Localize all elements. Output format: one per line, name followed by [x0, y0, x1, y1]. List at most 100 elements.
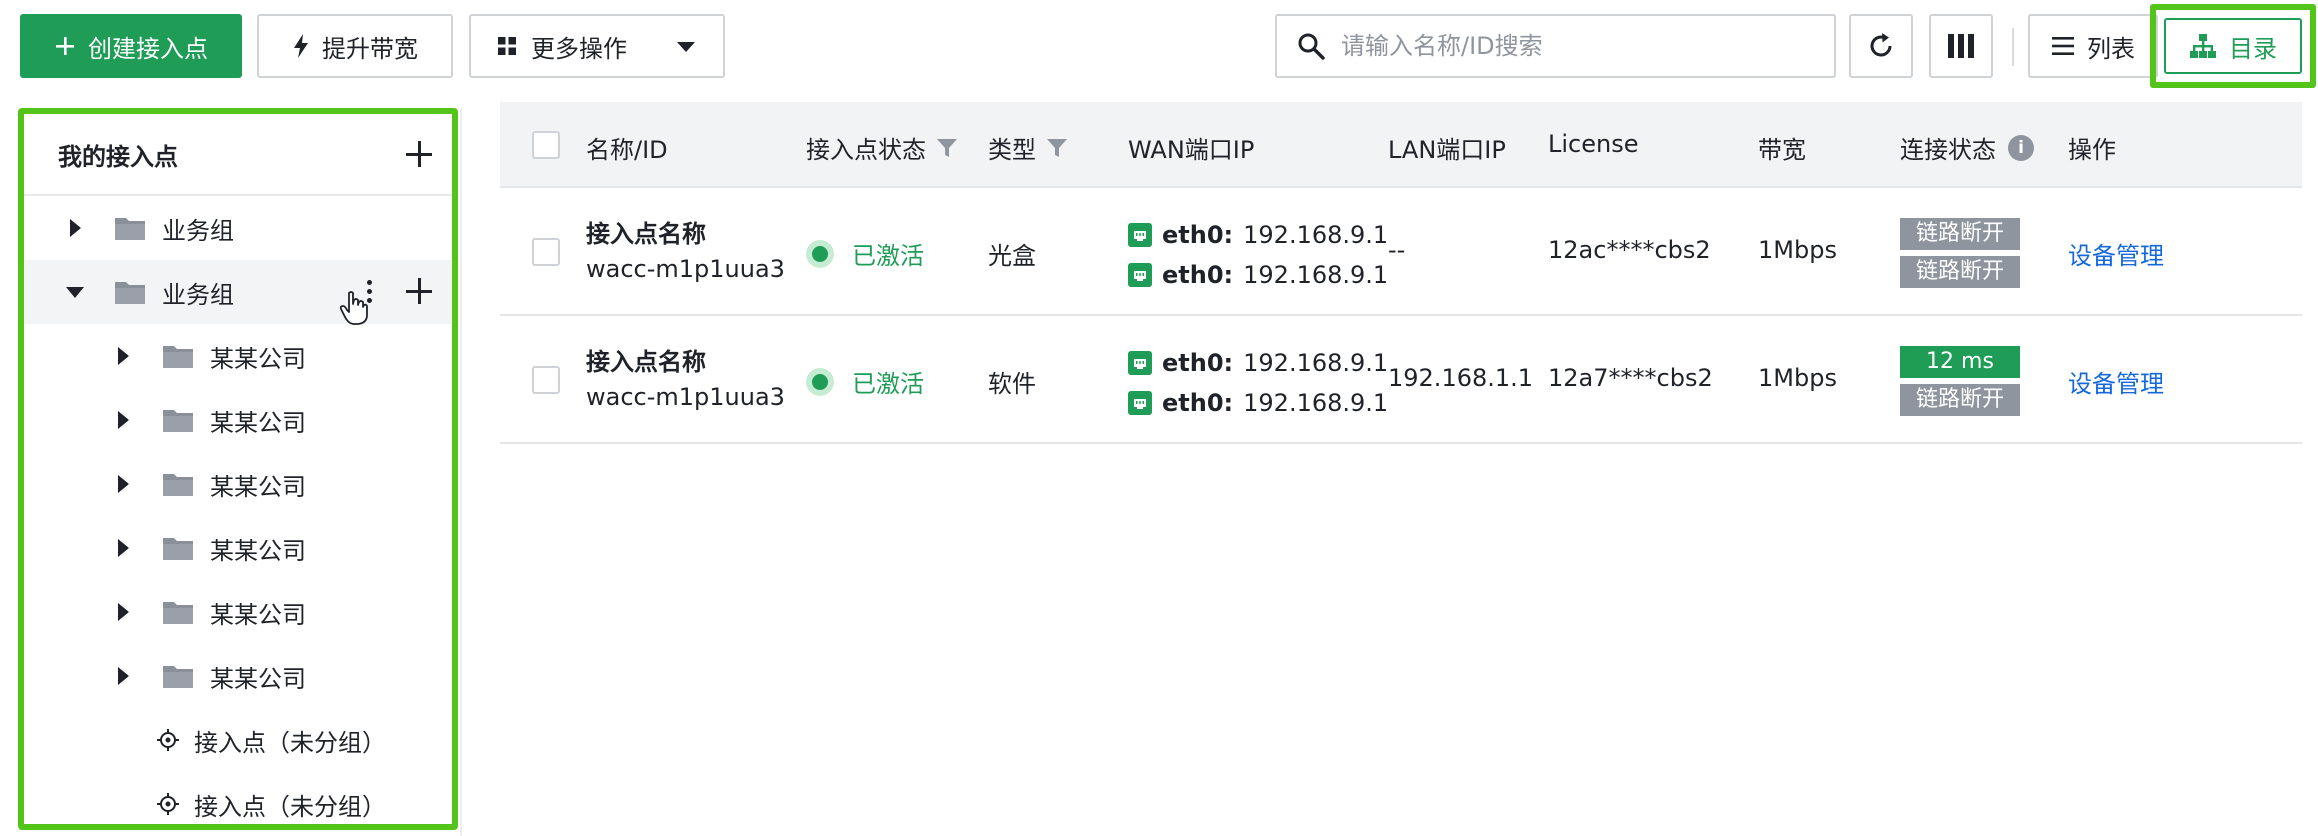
list-view-button[interactable]: 列表 — [2028, 14, 2158, 78]
device-management-link[interactable]: 设备管理 — [2068, 236, 2164, 271]
caret-down-icon[interactable] — [60, 286, 90, 298]
target-icon — [157, 729, 179, 751]
ethernet-port-icon — [1128, 223, 1152, 247]
wan-port-label: eth0: — [1162, 389, 1234, 417]
columns-icon — [1948, 34, 1974, 58]
tree-item-label: 业务组 — [162, 216, 234, 245]
column-header-label: 接入点状态 — [806, 136, 926, 164]
wan-port-label: eth0: — [1162, 261, 1234, 289]
tree-item-company[interactable]: 某某公司 — [24, 644, 452, 708]
lightning-icon — [294, 34, 308, 58]
folder-icon — [163, 538, 193, 560]
search-icon — [1298, 33, 1325, 60]
tree-item-company[interactable]: 某某公司 — [24, 324, 452, 388]
folder-icon — [163, 410, 193, 432]
wan-port-label: eth0: — [1162, 349, 1234, 377]
tree-item-company[interactable]: 某某公司 — [24, 580, 452, 644]
search-box — [1275, 14, 1836, 78]
select-all-checkbox[interactable] — [532, 131, 560, 159]
tree-item-label: 接入点（未分组） — [194, 728, 386, 757]
grid-icon — [498, 37, 516, 55]
add-group-icon[interactable] — [406, 141, 432, 167]
wan-port-ip: 192.168.9.1 — [1243, 221, 1389, 249]
status-dot-icon — [806, 239, 834, 268]
tree-item-group[interactable]: 业务组 — [24, 196, 452, 260]
row-connection-cell: 链路断开 链路断开 — [1900, 216, 2020, 290]
column-header-actions: 操作 — [2068, 136, 2116, 164]
row-wan-cell: eth0: 192.168.9.1 eth0: 192.168.9.1 — [1128, 346, 1388, 420]
more-actions-label: 更多操作 — [531, 34, 627, 63]
column-header-connection: 连接状态 i — [1900, 130, 2034, 165]
filter-icon[interactable] — [1046, 137, 1068, 159]
target-icon — [157, 793, 179, 815]
column-header-type: 类型 — [988, 130, 1068, 165]
wan-port-ip: 192.168.9.1 — [1243, 349, 1389, 377]
add-subgroup-icon[interactable] — [406, 278, 432, 304]
directory-view-highlight: 目录 — [2150, 4, 2316, 88]
folder-icon — [163, 602, 193, 624]
tree-item-actions — [367, 278, 432, 304]
tree-item-company[interactable]: 某某公司 — [24, 452, 452, 516]
row-checkbox[interactable] — [532, 238, 560, 266]
column-header-license: License — [1548, 130, 1639, 158]
tree-item-company[interactable]: 某某公司 — [24, 516, 452, 580]
caret-right-icon[interactable] — [108, 667, 138, 685]
caret-right-icon[interactable] — [108, 603, 138, 621]
tree-item-ungrouped[interactable]: 接入点（未分组） — [24, 772, 452, 824]
caret-right-icon[interactable] — [60, 219, 90, 237]
wan-port-ip: 192.168.9.1 — [1243, 261, 1389, 289]
upgrade-bandwidth-label: 提升带宽 — [322, 34, 418, 63]
table-header: 名称/ID 接入点状态 类型 WAN端口IP LAN端口IP License 带… — [500, 102, 2302, 188]
refresh-button[interactable] — [1849, 14, 1913, 78]
wan-port-ip: 192.168.9.1 — [1243, 389, 1389, 417]
filter-icon[interactable] — [936, 137, 958, 159]
folder-icon — [115, 218, 145, 240]
folder-icon — [115, 282, 145, 304]
caret-right-icon[interactable] — [108, 411, 138, 429]
row-name-cell: 接入点名称 wacc-m1p1uua3 — [586, 342, 785, 411]
column-header-bandwidth: 带宽 — [1758, 136, 1806, 164]
directory-view-button[interactable]: 目录 — [2164, 18, 2302, 74]
row-wan-cell: eth0: 192.168.9.1 eth0: 192.168.9.1 — [1128, 218, 1388, 292]
ethernet-port-icon — [1128, 351, 1152, 375]
search-input[interactable] — [1341, 32, 1801, 60]
wan-port: eth0: 192.168.9.1 — [1128, 386, 1388, 420]
column-settings-button[interactable] — [1929, 14, 1993, 78]
upgrade-bandwidth-button[interactable]: 提升带宽 — [257, 14, 453, 78]
row-name-cell: 接入点名称 wacc-m1p1uua3 — [586, 214, 785, 283]
more-actions-dropdown[interactable]: 更多操作 — [469, 14, 725, 78]
row-license-cell: 12a7****cbs2 — [1548, 364, 1713, 392]
list-view-label: 列表 — [2087, 34, 2135, 63]
tree-item-label: 业务组 — [162, 280, 234, 309]
tree-item-company[interactable]: 某某公司 — [24, 388, 452, 452]
ethernet-port-icon — [1128, 263, 1152, 287]
toolbar-divider — [2012, 28, 2014, 66]
create-access-point-button[interactable]: 创建接入点 — [20, 14, 242, 78]
tree-item-ungrouped[interactable]: 接入点（未分组） — [24, 708, 452, 772]
caret-right-icon[interactable] — [108, 475, 138, 493]
wan-port: eth0: 192.168.9.1 — [1128, 346, 1388, 380]
refresh-icon — [1870, 33, 1892, 57]
status-text: 已激活 — [852, 242, 924, 270]
list-icon — [2052, 37, 2074, 55]
column-header-status: 接入点状态 — [806, 130, 958, 165]
folder-icon — [163, 474, 193, 496]
column-header-wan-ip: WAN端口IP — [1128, 136, 1255, 164]
row-license-cell: 12ac****cbs2 — [1548, 236, 1711, 264]
wan-port: eth0: 192.168.9.1 — [1128, 258, 1388, 292]
tree-item-group-expanded[interactable]: 业务组 — [24, 260, 452, 325]
device-management-link[interactable]: 设备管理 — [2068, 364, 2164, 399]
table-row: 接入点名称 wacc-m1p1uua3 已激活 光盒 eth0: 192.168… — [500, 188, 2302, 316]
connection-status-badge: 链路断开 — [1900, 256, 2020, 288]
access-point-id: wacc-m1p1uua3 — [586, 383, 785, 411]
info-icon[interactable]: i — [2008, 134, 2034, 161]
access-point-name: 接入点名称 — [586, 220, 706, 248]
tree-item-label: 接入点（未分组） — [194, 792, 386, 821]
caret-right-icon[interactable] — [108, 539, 138, 557]
plus-icon — [56, 37, 74, 55]
caret-right-icon[interactable] — [108, 347, 138, 365]
tree-item-label: 某某公司 — [210, 472, 306, 501]
ethernet-port-icon — [1128, 391, 1152, 415]
column-header-name: 名称/ID — [586, 136, 668, 164]
row-checkbox[interactable] — [532, 366, 560, 394]
